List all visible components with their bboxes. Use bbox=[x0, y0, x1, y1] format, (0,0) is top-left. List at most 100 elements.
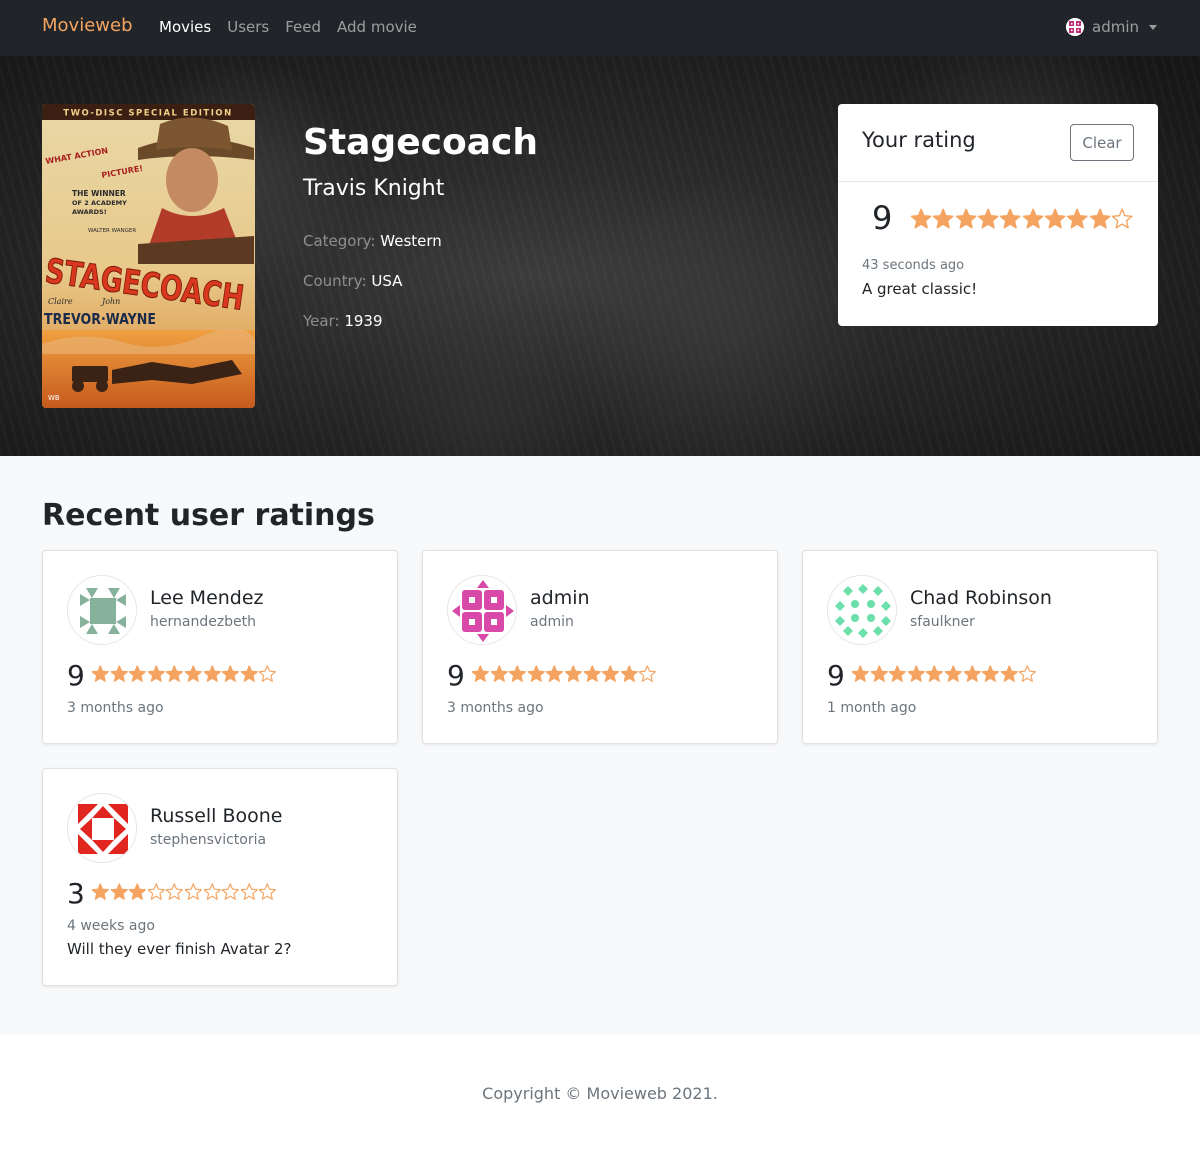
star-empty-icon bbox=[166, 883, 184, 900]
star-filled-icon bbox=[91, 665, 109, 682]
poster-banner-text: TWO-DISC SPECIAL EDITION bbox=[63, 109, 232, 119]
star-empty-icon[interactable] bbox=[1111, 207, 1133, 231]
star-filled-icon[interactable] bbox=[977, 207, 999, 231]
user-avatar[interactable] bbox=[67, 793, 137, 863]
nav-link-movies[interactable]: Movies bbox=[159, 18, 211, 36]
year-value: 1939 bbox=[344, 312, 383, 330]
country-value: USA bbox=[371, 272, 403, 290]
user-handle: admin bbox=[530, 614, 574, 630]
star-filled-icon[interactable] bbox=[910, 207, 932, 231]
user-avatar[interactable] bbox=[67, 575, 137, 645]
footer: Copyright © Movieweb 2021. bbox=[0, 1034, 1200, 1154]
star-filled-icon bbox=[564, 665, 582, 682]
star-filled-icon bbox=[1000, 665, 1018, 682]
user-handle: sfaulkner bbox=[910, 614, 975, 630]
star-filled-icon bbox=[527, 665, 545, 682]
user-name[interactable]: Russell Boone bbox=[150, 805, 283, 827]
user-rating-stars bbox=[91, 882, 277, 902]
category-value: Western bbox=[380, 232, 442, 250]
your-rating-comment: A great classic! bbox=[862, 280, 978, 298]
user-rating-stars bbox=[471, 664, 657, 684]
movie-country: Country: USA bbox=[303, 272, 402, 290]
brand-link[interactable]: Movieweb bbox=[42, 15, 133, 36]
user-menu-dropdown[interactable]: admin bbox=[1066, 18, 1157, 36]
star-filled-icon bbox=[888, 665, 907, 682]
user-rating-card: Russell Boone stephensvictoria 3 4 weeks… bbox=[42, 768, 398, 986]
svg-text:OF 2 ACADEMY: OF 2 ACADEMY bbox=[72, 199, 127, 207]
your-rating-time: 43 seconds ago bbox=[862, 258, 965, 273]
star-filled-icon bbox=[944, 665, 962, 682]
your-rating-title: Your rating bbox=[862, 128, 976, 152]
user-rating-time: 4 weeks ago bbox=[67, 918, 155, 934]
star-filled-icon bbox=[110, 883, 128, 900]
nav-links: Movies Users Feed Add movie bbox=[159, 18, 417, 36]
recent-ratings-section: Recent user ratings Lee Mendez hernandez… bbox=[0, 456, 1200, 1034]
star-empty-icon bbox=[184, 883, 202, 900]
star-empty-icon bbox=[259, 883, 277, 900]
movie-poster: TWO-DISC SPECIAL EDITION WHAT ACTION PIC… bbox=[42, 104, 255, 408]
star-filled-icon[interactable] bbox=[1044, 207, 1066, 231]
star-filled-icon bbox=[110, 665, 128, 682]
user-rating-card: Chad Robinson sfaulkner 9 1 month ago bbox=[802, 550, 1158, 744]
star-filled-icon bbox=[583, 665, 601, 682]
user-avatar[interactable] bbox=[447, 575, 517, 645]
user-name[interactable]: admin bbox=[530, 587, 590, 609]
identicon-icon bbox=[68, 576, 136, 644]
user-avatar[interactable] bbox=[827, 575, 897, 645]
star-filled-icon bbox=[907, 665, 925, 682]
star-filled-icon bbox=[203, 665, 221, 682]
nav-link-add-movie[interactable]: Add movie bbox=[337, 18, 417, 36]
user-rating-card: Lee Mendez hernandezbeth 9 3 months ago bbox=[42, 550, 398, 744]
star-filled-icon bbox=[128, 883, 147, 900]
star-filled-icon[interactable] bbox=[1089, 207, 1111, 231]
star-filled-icon[interactable] bbox=[955, 207, 977, 231]
identicon-icon bbox=[828, 576, 896, 644]
nav-link-users[interactable]: Users bbox=[227, 18, 269, 36]
star-filled-icon bbox=[147, 665, 165, 682]
clear-rating-button[interactable]: Clear bbox=[1070, 124, 1134, 161]
user-menu-name: admin bbox=[1092, 18, 1139, 36]
star-filled-icon bbox=[240, 665, 258, 682]
user-rating-comment: Will they ever finish Avatar 2? bbox=[67, 940, 292, 958]
user-name[interactable]: Lee Mendez bbox=[150, 587, 264, 609]
svg-text:TREVOR·WAYNE: TREVOR·WAYNE bbox=[44, 310, 156, 328]
star-filled-icon[interactable] bbox=[999, 207, 1021, 231]
star-empty-icon bbox=[639, 665, 657, 682]
movie-year: Year: 1939 bbox=[303, 312, 383, 330]
user-handle: stephensvictoria bbox=[150, 832, 267, 848]
star-filled-icon bbox=[851, 665, 869, 682]
user-rating-score: 9 bbox=[447, 659, 465, 692]
country-label: Country: bbox=[303, 272, 367, 290]
star-filled-icon[interactable] bbox=[1022, 207, 1044, 231]
your-rating-stars[interactable] bbox=[910, 207, 1133, 231]
user-rating-score: 9 bbox=[67, 659, 85, 692]
identicon-icon bbox=[448, 576, 516, 644]
svg-text:Claire: Claire bbox=[48, 297, 73, 306]
star-filled-icon[interactable] bbox=[1066, 207, 1088, 231]
star-filled-icon bbox=[963, 665, 981, 682]
navbar: Movieweb Movies Users Feed Add movie adm… bbox=[0, 0, 1200, 56]
svg-text:THE WINNER: THE WINNER bbox=[72, 189, 126, 198]
user-name[interactable]: Chad Robinson bbox=[910, 587, 1052, 609]
svg-text:AWARDS!: AWARDS! bbox=[72, 208, 107, 216]
user-rating-score: 9 bbox=[827, 659, 845, 692]
user-rating-stars bbox=[91, 664, 277, 684]
category-label: Category: bbox=[303, 232, 376, 250]
user-rating-time: 3 months ago bbox=[67, 700, 164, 716]
star-filled-icon bbox=[981, 665, 1000, 682]
user-rating-stars bbox=[851, 664, 1037, 684]
star-empty-icon bbox=[259, 665, 277, 682]
star-filled-icon bbox=[926, 665, 944, 682]
user-handle: hernandezbeth bbox=[150, 614, 257, 630]
copyright-text: Copyright © Movieweb 2021. bbox=[482, 1084, 718, 1103]
star-filled-icon[interactable] bbox=[932, 207, 954, 231]
star-empty-icon bbox=[203, 883, 221, 900]
star-filled-icon bbox=[166, 665, 184, 682]
star-filled-icon bbox=[870, 665, 888, 682]
user-rating-time: 1 month ago bbox=[827, 700, 917, 716]
your-rating-card: Your rating Clear 9 43 seconds ago A gre… bbox=[838, 104, 1158, 326]
star-filled-icon bbox=[91, 883, 109, 900]
your-rating-header: Your rating Clear bbox=[838, 104, 1158, 182]
recent-ratings-title: Recent user ratings bbox=[42, 498, 375, 533]
nav-link-feed[interactable]: Feed bbox=[285, 18, 321, 36]
